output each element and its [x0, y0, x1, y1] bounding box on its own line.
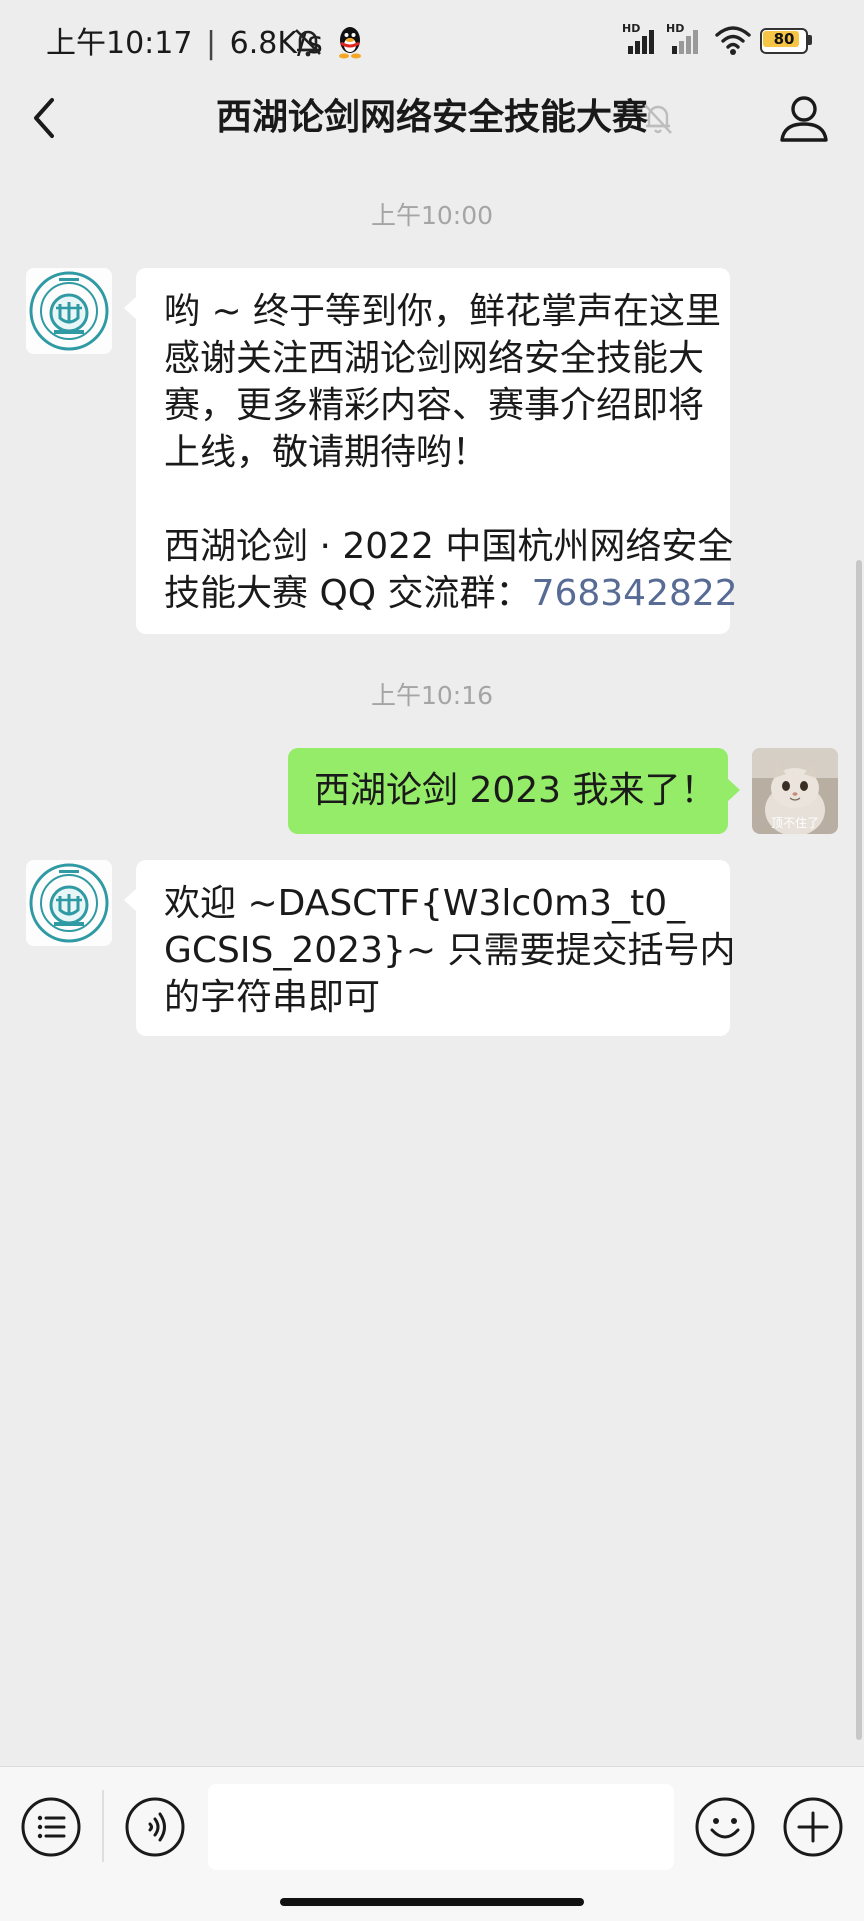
qq-group-number-link[interactable]: 768342822	[532, 573, 738, 614]
message-text: 欢迎 ~DASCTF{W3lc0m3_t0_	[164, 883, 686, 924]
voice-icon[interactable]	[124, 1796, 186, 1858]
smile-icon[interactable]	[694, 1796, 756, 1858]
home-indicator[interactable]	[280, 1898, 584, 1906]
bell-muted-icon	[644, 104, 672, 134]
message-input[interactable]	[208, 1784, 674, 1870]
avatar[interactable]	[26, 268, 112, 354]
alarm-off-icon	[295, 29, 321, 57]
message-timestamp: 上午10:16	[370, 681, 494, 710]
message-text: 技能大赛 QQ 交流群：768342822	[164, 573, 738, 614]
message-timestamp: 上午10:00	[370, 201, 494, 230]
wifi-icon	[715, 26, 751, 55]
contest-logo-icon	[26, 860, 112, 946]
sticker-caption: 顶不住了	[770, 816, 819, 830]
message-text: 上线，敬请期待哟！	[164, 432, 489, 473]
contest-logo-icon	[26, 268, 112, 354]
chat-scrollbar[interactable]	[856, 560, 862, 1740]
signal-icon: HD	[622, 22, 662, 56]
avatar[interactable]: 顶不住了	[752, 748, 838, 834]
message-text: 赛，更多精彩内容、赛事介绍即将	[164, 385, 705, 426]
status-time: 上午10:17 | 6.8K/s	[46, 26, 323, 61]
message-text: 感谢关注西湖论剑网络安全技能大	[164, 338, 705, 379]
chat-title: 西湖论剑网络安全技能大赛	[215, 97, 648, 138]
signal-icon: HD	[666, 22, 706, 56]
divider	[102, 1790, 104, 1862]
avatar[interactable]	[26, 860, 112, 946]
message-text: 哟 ~ 终于等到你，鲜花掌声在这里	[164, 291, 722, 332]
message-text: 的字符串即可	[164, 977, 381, 1018]
message-text: 西湖论剑 · 2022 中国杭州网络安全	[164, 526, 734, 567]
list-menu-icon[interactable]	[20, 1796, 82, 1858]
qq-penguin-icon	[339, 27, 361, 59]
message-text: GCSIS_2023}~ 只需要提交括号内	[164, 930, 736, 971]
message-bubble-incoming[interactable]: 哟 ~ 终于等到你，鲜花掌声在这里 感谢关注西湖论剑网络安全技能大 赛，更多精彩…	[124, 268, 738, 634]
message-bubble-outgoing[interactable]: 西湖论剑 2023 我来了！	[288, 748, 740, 834]
status-bar: 上午10:17 | 6.8K/s HD HD 80	[0, 0, 864, 80]
message-text: 西湖论剑 2023 我来了！	[314, 770, 717, 811]
battery-icon: 80	[760, 28, 812, 54]
person-icon[interactable]	[776, 90, 832, 146]
plus-icon[interactable]	[782, 1796, 844, 1858]
message-bubble-incoming[interactable]: 欢迎 ~DASCTF{W3lc0m3_t0_ GCSIS_2023}~ 只需要提…	[124, 860, 736, 1036]
